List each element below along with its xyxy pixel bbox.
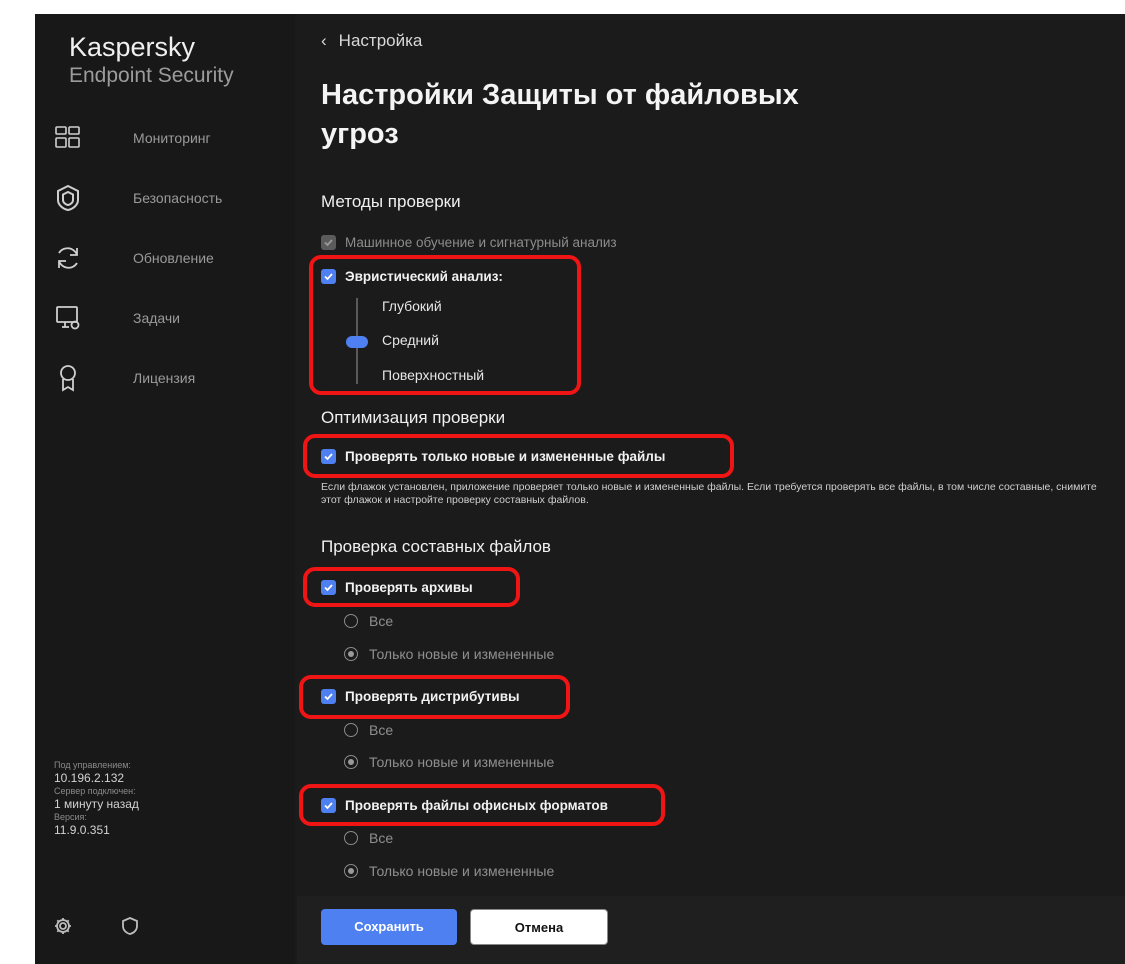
brand-name: Kaspersky [69, 32, 196, 62]
checkbox-label: Проверять файлы офисных форматов [345, 798, 608, 813]
checkbox-label: Проверять дистрибутивы [345, 689, 520, 704]
sidebar-item-update[interactable]: Обновление [53, 239, 283, 279]
gear-icon[interactable] [52, 915, 74, 937]
back-link[interactable]: ‹ Настройка [321, 31, 422, 51]
radio-label: Все [369, 613, 394, 629]
checkbox-checked[interactable] [321, 449, 336, 464]
level-medium[interactable]: Средний [382, 332, 439, 348]
checkbox-checked[interactable] [321, 689, 336, 704]
radio-button-selected[interactable] [344, 755, 358, 769]
sidebar: Kaspersky Endpoint Security Мониторинг Б… [35, 14, 295, 964]
checkbox-label: Эвристический анализ: [345, 269, 503, 284]
radio-button[interactable] [344, 614, 358, 628]
checkbox-checked[interactable] [321, 798, 336, 813]
sidebar-item-label: Безопасность [133, 190, 223, 206]
section-title-compound: Проверка составных файлов [321, 537, 551, 556]
checkbox-checked-disabled [321, 235, 336, 250]
back-label: Настройка [338, 31, 423, 50]
tasks-icon [53, 303, 83, 333]
checkbox-label: Машинное обучение и сигнатурный анализ [345, 235, 617, 250]
refresh-icon [53, 243, 83, 273]
sidebar-item-security[interactable]: Безопасность [53, 179, 283, 219]
server-value: 1 минуту назад [54, 797, 139, 811]
heuristic-level-slider-thumb[interactable] [346, 336, 368, 348]
radio-label: Только новые и измененные [369, 754, 555, 770]
checkbox-checked[interactable] [321, 269, 336, 284]
license-icon [53, 363, 83, 393]
main-panel: ‹ Настройка Настройки Защиты от файловых … [297, 14, 1125, 964]
level-shallow[interactable]: Поверхностный [382, 367, 484, 383]
monitoring-icon [53, 123, 83, 153]
level-deep[interactable]: Глубокий [382, 298, 442, 314]
version-value: 11.9.0.351 [54, 823, 110, 837]
chevron-left-icon: ‹ [321, 31, 327, 50]
radio-button-selected[interactable] [344, 647, 358, 661]
save-button[interactable]: Сохранить [321, 909, 457, 945]
checkbox-label: Проверять архивы [345, 580, 473, 595]
radio-label: Все [369, 722, 394, 738]
checkbox-checked[interactable] [321, 580, 336, 595]
kaspersky-shield-icon[interactable] [119, 915, 141, 937]
shield-icon [53, 183, 83, 213]
radio-button-selected[interactable] [344, 864, 358, 878]
radio-label: Только новые и измененные [369, 646, 555, 662]
sidebar-item-monitoring[interactable]: Мониторинг [53, 119, 283, 159]
sidebar-item-license[interactable]: Лицензия [53, 359, 283, 399]
checkbox-label: Проверять только новые и измененные файл… [345, 449, 666, 464]
cancel-button[interactable]: Отмена [470, 909, 608, 945]
sidebar-item-label: Обновление [133, 250, 214, 266]
radio-label: Только новые и измененные [369, 863, 555, 879]
radio-button[interactable] [344, 723, 358, 737]
page-title: Настройки Защиты от файловых угроз [321, 79, 799, 150]
radio-label: Все [369, 830, 394, 846]
app-window: Kaspersky Endpoint Security Мониторинг Б… [35, 14, 1125, 964]
sidebar-item-label: Лицензия [133, 370, 196, 386]
radio-button[interactable] [344, 831, 358, 845]
brand-subtitle: Endpoint Security [69, 64, 234, 87]
sidebar-item-tasks[interactable]: Задачи [53, 299, 283, 339]
managed-value: 10.196.2.132 [54, 771, 125, 785]
sidebar-item-label: Мониторинг [133, 130, 211, 146]
sidebar-meta: Под управлением: 10.196.2.132 Сервер под… [54, 759, 139, 837]
section-title-methods: Методы проверки [321, 192, 461, 211]
sidebar-item-label: Задачи [133, 310, 181, 326]
help-text: Если флажок установлен, приложение прове… [321, 481, 1097, 506]
section-title-optimization: Оптимизация проверки [321, 408, 506, 427]
